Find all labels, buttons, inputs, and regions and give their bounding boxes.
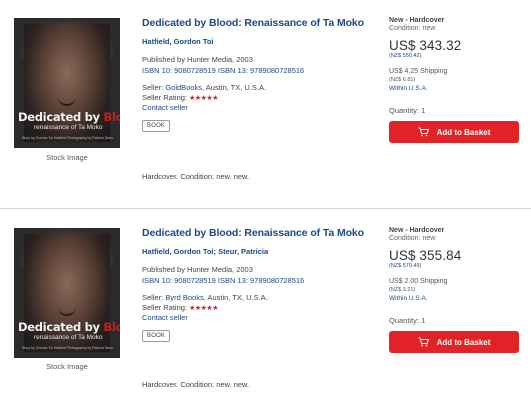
listing-card: Dedicated by Blood renaissance of Ta Mok… — [0, 0, 531, 208]
shipping-converted: (NZ$ 6.81) — [389, 77, 416, 83]
listing-divider — [0, 208, 531, 209]
condition-subtitle: Condition: new — [389, 25, 436, 32]
isbn-line: ISBN 10: 9080728519 ISBN 13: 97890807285… — [142, 276, 305, 285]
seller-rating: Seller Rating: ★★★★★ — [142, 93, 382, 102]
publisher-line: Published by Hunter Media, 2003 — [142, 55, 253, 64]
author-link[interactable]: Hatfield, Gordon Toi; Steur, Patricia — [142, 247, 382, 256]
cover-title-red: Blood — [103, 320, 120, 334]
cover-title: Dedicated by Blood — [18, 110, 120, 124]
condition-title: New - Hardcover — [389, 17, 445, 24]
seller-location: , Austin, TX, U.S.A. — [202, 83, 267, 92]
cover-moko-mark — [58, 88, 76, 106]
author-link[interactable]: Hatfield, Gordon Toi — [142, 37, 382, 46]
seller-rating-label: Seller Rating: — [142, 303, 190, 312]
stock-image-caption: Stock Image — [46, 153, 88, 162]
isbn-line: ISBN 10: 9080728519 ISBN 13: 97890807285… — [142, 66, 305, 75]
cover-title-red: Blood — [103, 110, 120, 124]
add-to-basket-label: Add to Basket — [436, 337, 491, 347]
shipping-destination-link[interactable]: Within U.S.A. — [389, 295, 519, 302]
add-to-basket-button[interactable]: Add to Basket — [389, 331, 519, 353]
cover-subtitle: renaissance of Ta Moko — [34, 124, 103, 131]
shopping-cart-icon — [418, 127, 429, 137]
price: US$ 355.84 — [389, 248, 462, 263]
cover-title-white: Dedicated by — [18, 110, 100, 124]
format-badge: BOOK — [142, 330, 171, 342]
seller-rating: Seller Rating: ★★★★★ — [142, 303, 382, 312]
cover-credit: Story by Gordon Toi Hatfield Photography… — [22, 136, 114, 140]
add-to-basket-button[interactable]: Add to Basket — [389, 121, 519, 143]
star-rating-icon: ★★★★★ — [189, 95, 218, 102]
cover-title-white: Dedicated by — [18, 320, 100, 334]
seller-location: , Austin, TX, U.S.A. — [203, 293, 268, 302]
seller-line: Seller: GoldBooks, Austin, TX, U.S.A. — [142, 83, 382, 92]
binding-condition-text: Hardcover. Condition: new. new. — [142, 172, 250, 181]
shopping-cart-icon — [418, 337, 429, 347]
shipping-cost: US$ 4.25 Shipping — [389, 68, 448, 75]
converted-price-link[interactable]: (NZ$ 570.49) — [389, 263, 519, 269]
seller-rating-label: Seller Rating: — [142, 93, 190, 102]
binding-condition-text: Hardcover. Condition: new. new. — [142, 380, 250, 389]
book-cover-image[interactable]: Dedicated by Blood renaissance of Ta Mok… — [14, 18, 120, 148]
quantity: Quantity: 1 — [389, 316, 426, 325]
publisher-line: Published by Hunter Media, 2003 — [142, 265, 253, 274]
listing-details: Dedicated by Blood: Renaissance of Ta Mo… — [142, 17, 382, 132]
purchase-panel: New - Hardcover Condition: new US$ 343.3… — [389, 17, 519, 143]
contact-seller-link[interactable]: Contact seller — [142, 313, 382, 322]
listing-title-link[interactable]: Dedicated by Blood: Renaissance of Ta Mo… — [142, 227, 382, 239]
seller-name-link[interactable]: GoldBooks — [165, 83, 202, 92]
quantity: Quantity: 1 — [389, 106, 426, 115]
cover-subtitle: renaissance of Ta Moko — [34, 334, 103, 341]
star-rating-icon: ★★★★★ — [189, 305, 218, 312]
cover-moko-mark — [58, 298, 76, 316]
format-badge: BOOK — [142, 120, 171, 132]
shipping-destination-link[interactable]: Within U.S.A. — [389, 85, 519, 92]
seller-name-link[interactable]: Byrd Books — [165, 293, 203, 302]
seller-prefix: Seller: — [142, 293, 166, 302]
cover-credit: Story by Gordon Toi Hatfield Photography… — [22, 346, 114, 350]
add-to-basket-label: Add to Basket — [436, 127, 491, 137]
listing-title-link[interactable]: Dedicated by Blood: Renaissance of Ta Mo… — [142, 17, 382, 29]
listing-card: Dedicated by Blood renaissance of Ta Mok… — [0, 210, 531, 400]
book-cover-image[interactable]: Dedicated by Blood renaissance of Ta Mok… — [14, 228, 120, 358]
condition-subtitle: Condition: new — [389, 235, 436, 242]
seller-line: Seller: Byrd Books, Austin, TX, U.S.A. — [142, 293, 382, 302]
converted-price-link[interactable]: (NZ$ 550.42) — [389, 53, 519, 59]
cover-title: Dedicated by Blood — [18, 320, 120, 334]
shipping-converted: (NZ$ 3.21) — [389, 287, 416, 293]
shipping-cost: US$ 2.00 Shipping — [389, 278, 448, 285]
listing-details: Dedicated by Blood: Renaissance of Ta Mo… — [142, 227, 382, 342]
contact-seller-link[interactable]: Contact seller — [142, 103, 382, 112]
condition-title: New - Hardcover — [389, 227, 445, 234]
seller-prefix: Seller: — [142, 83, 166, 92]
price: US$ 343.32 — [389, 38, 462, 53]
stock-image-caption: Stock Image — [46, 362, 88, 371]
purchase-panel: New - Hardcover Condition: new US$ 355.8… — [389, 227, 519, 353]
